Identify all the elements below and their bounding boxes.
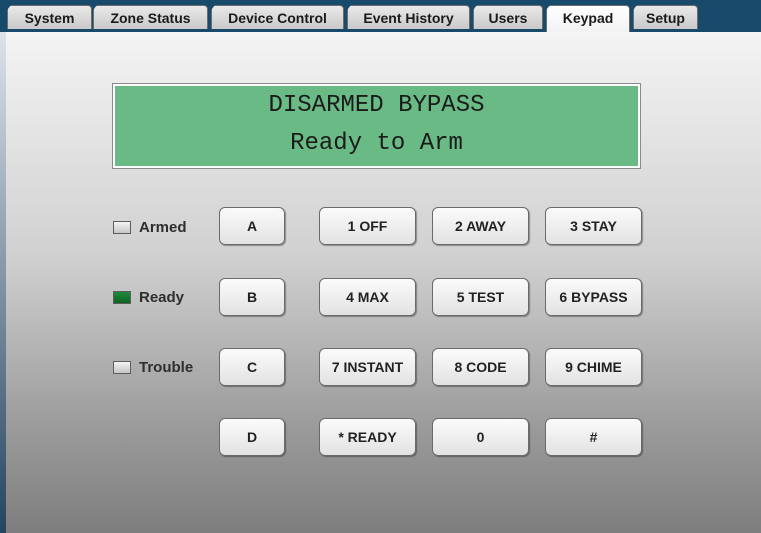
key-5-test-button[interactable]: 5 TEST [432, 278, 529, 316]
key-9-chime-button[interactable]: 9 CHIME [545, 348, 642, 386]
key-8-code-button[interactable]: 8 CODE [432, 348, 529, 386]
tab-zone-status[interactable]: Zone Status [93, 5, 208, 29]
tab-users[interactable]: Users [473, 5, 543, 29]
key-hash-button[interactable]: # [545, 418, 642, 456]
trouble-led-icon [113, 361, 131, 374]
key-7-instant-button[interactable]: 7 INSTANT [319, 348, 416, 386]
key-0-button[interactable]: 0 [432, 418, 529, 456]
tab-bar: System Zone Status Device Control Event … [0, 0, 761, 32]
lcd-line-1: DISARMED BYPASS [268, 92, 485, 119]
key-1-off-button[interactable]: 1 OFF [319, 207, 416, 245]
key-6-bypass-button[interactable]: 6 BYPASS [545, 278, 642, 316]
tab-device-control[interactable]: Device Control [211, 5, 344, 29]
key-4-max-button[interactable]: 4 MAX [319, 278, 416, 316]
key-c-button[interactable]: C [219, 348, 285, 386]
lcd-display: DISARMED BYPASS Ready to Arm [112, 83, 641, 169]
key-star-ready-button[interactable]: * READY [319, 418, 416, 456]
lcd-line-2: Ready to Arm [290, 130, 463, 157]
key-2-away-button[interactable]: 2 AWAY [432, 207, 529, 245]
key-d-button[interactable]: D [219, 418, 285, 456]
trouble-label: Trouble [139, 359, 194, 376]
tab-system[interactable]: System [7, 5, 92, 29]
key-3-stay-button[interactable]: 3 STAY [545, 207, 642, 245]
key-b-button[interactable]: B [219, 278, 285, 316]
armed-led-icon [113, 221, 131, 234]
armed-label: Armed [139, 219, 187, 236]
key-a-button[interactable]: A [219, 207, 285, 245]
ready-led-icon [113, 291, 131, 304]
tab-keypad[interactable]: Keypad [546, 5, 630, 32]
tab-event-history[interactable]: Event History [347, 5, 470, 29]
tab-setup[interactable]: Setup [633, 5, 698, 29]
ready-label: Ready [139, 289, 185, 306]
